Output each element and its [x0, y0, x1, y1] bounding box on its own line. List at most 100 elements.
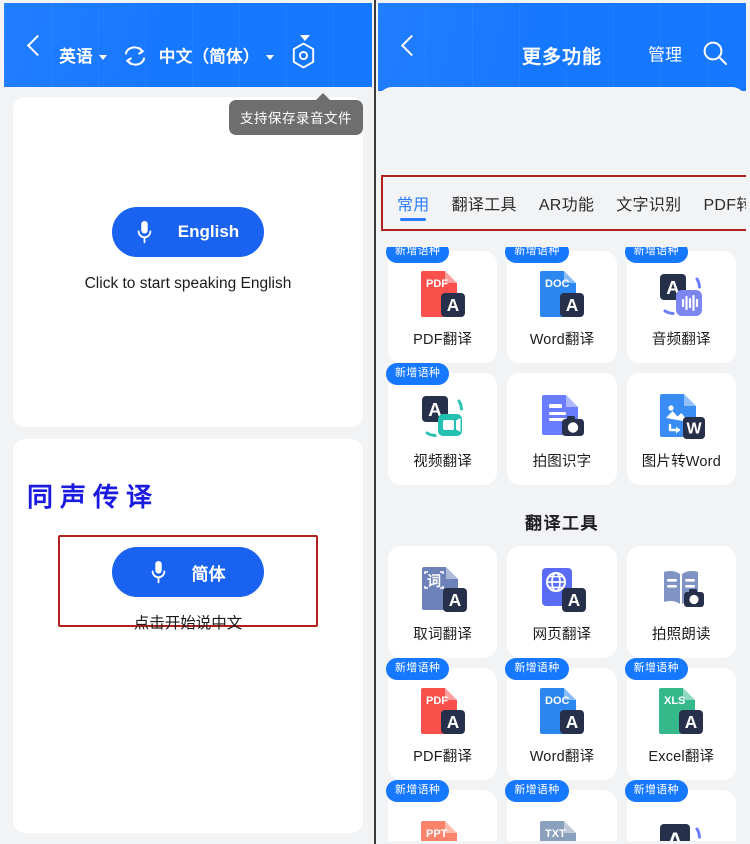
- photo-read-aloud-icon: [655, 564, 707, 616]
- video-translate-icon: A: [417, 391, 469, 443]
- right-body: 常用翻译工具AR功能文字识别PDF转换PD 新增语种 PDF APDF翻译新增语…: [378, 87, 746, 841]
- tab-1[interactable]: 翻译工具: [441, 187, 528, 215]
- function-tile[interactable]: 新增语种 DOC A Word翻译: [505, 658, 617, 780]
- search-icon[interactable]: [701, 39, 729, 67]
- new-language-badge: 新增语种: [386, 247, 450, 263]
- function-tile[interactable]: 新增语种 A 视频翻译: [386, 363, 498, 485]
- function-tile-label: 拍图识字: [532, 454, 592, 470]
- svg-text:TXT: TXT: [545, 828, 566, 840]
- content-sheet: 支持保存录音文件 English Click to start speaking…: [4, 87, 372, 841]
- web-translate-icon: A: [536, 564, 588, 616]
- english-hint-text: Click to start speaking English: [84, 275, 292, 292]
- function-tile[interactable]: 新增语种 PPT A: [386, 780, 498, 841]
- function-tile[interactable]: 新增语种 PDF A PDF翻译: [386, 247, 498, 363]
- svg-text:A: A: [668, 826, 684, 841]
- microphone-icon: [151, 560, 166, 585]
- function-tile[interactable]: 新增语种 DOC A Word翻译: [505, 247, 617, 363]
- svg-text:A: A: [448, 590, 461, 610]
- function-tile-label: 图片转Word: [641, 454, 721, 470]
- xls-translate-icon: XLS A: [655, 686, 707, 738]
- function-tile[interactable]: 新增语种 XLS A Excel翻译: [624, 658, 736, 780]
- category-tabs-wrap: 常用翻译工具AR功能文字识别PDF转换PD: [378, 175, 746, 235]
- chevron-down-icon-target[interactable]: [265, 54, 274, 60]
- function-tile[interactable]: 拍图识字: [507, 373, 617, 485]
- svg-text:PPT: PPT: [426, 828, 448, 840]
- function-tile-label: 视频翻译: [413, 454, 473, 470]
- pdf-translate-icon: PDF A: [417, 686, 469, 738]
- tab-label: AR功能: [538, 197, 595, 214]
- function-tile-label: 音频翻译: [651, 332, 711, 348]
- function-tile[interactable]: 新增语种 PDF A PDF翻译: [386, 658, 498, 780]
- function-tile-label: 取词翻译: [413, 627, 473, 643]
- source-language-label[interactable]: 英语: [59, 43, 93, 67]
- chinese-hint-text: 点击开始说中文: [133, 615, 243, 632]
- chevron-down-icon-floating[interactable]: [300, 35, 310, 41]
- tab-label: 文字识别: [616, 197, 682, 214]
- left-body: 支持保存录音文件 English Click to start speaking…: [4, 87, 372, 841]
- new-language-badge: 新增语种: [505, 247, 569, 263]
- function-tile[interactable]: 新增语种 TXT A: [505, 780, 617, 841]
- tab-label: PDF转换: [703, 197, 746, 214]
- function-tile-label: Word翻译: [529, 332, 595, 348]
- manage-button[interactable]: 管理: [648, 41, 682, 66]
- new-language-badge: 新增语种: [624, 658, 688, 680]
- dual-screenshot: 英语 中文（简体） 支持保存录音文件 English Click to star…: [0, 0, 750, 844]
- new-language-badge: 新增语种: [505, 780, 569, 802]
- svg-text:A: A: [446, 712, 459, 732]
- category-tabs[interactable]: 常用翻译工具AR功能文字识别PDF转换PD: [378, 187, 746, 235]
- function-tile[interactable]: A W W 图片转Word: [626, 373, 736, 485]
- svg-text:A: A: [568, 590, 581, 610]
- chevron-down-icon-source[interactable]: [98, 54, 107, 60]
- left-header: 英语 中文（简体）: [4, 3, 372, 91]
- function-tile[interactable]: 新增语种 A: [624, 780, 736, 841]
- svg-text:PDF: PDF: [426, 695, 448, 707]
- photo-ocr-icon: [536, 391, 588, 443]
- function-tile-label: 网页翻译: [532, 627, 592, 643]
- hexagon-settings-icon[interactable]: [290, 42, 317, 69]
- function-grid-scroll[interactable]: 新增语种 PDF A PDF翻译 新增语种 DOC A Word翻译 新增语种 A 音频…: [378, 247, 746, 841]
- svg-text:PDF: PDF: [426, 278, 448, 290]
- chinese-mic-button[interactable]: 简体: [112, 547, 264, 597]
- simultaneous-interpretation-card: 同声传译 简体 点击开始说中文: [13, 439, 363, 833]
- language-selector-bar: 英语 中文（简体）: [4, 3, 372, 91]
- svg-text:词: 词: [427, 573, 441, 589]
- new-language-badge: 新增语种: [386, 363, 450, 385]
- function-tile[interactable]: 新增语种 A 音频翻译: [624, 247, 736, 363]
- english-mic-button-label: English: [177, 222, 240, 241]
- tab-4[interactable]: PDF转换: [692, 187, 746, 215]
- function-grid: 新增语种 PDF A PDF翻译 新增语种 DOC A Word翻译 新增语种 A 音频…: [378, 247, 746, 841]
- tab-label: 常用: [397, 197, 430, 214]
- function-tile-label: 拍照朗读: [651, 627, 711, 643]
- new-language-badge: 新增语种: [386, 658, 450, 680]
- tab-2[interactable]: AR功能: [528, 187, 605, 215]
- svg-text:DOC: DOC: [545, 278, 570, 290]
- doc-translate-icon: DOC A: [536, 269, 588, 321]
- target-language-label[interactable]: 中文（简体）: [159, 43, 260, 67]
- image-to-word-icon: A W W: [655, 391, 707, 443]
- function-tile-label: PDF翻译: [413, 749, 473, 765]
- microphone-icon: [137, 220, 152, 245]
- svg-text:W: W: [687, 421, 703, 438]
- function-tile-label: Excel翻译: [648, 749, 715, 765]
- a-translate-icon: A: [655, 819, 707, 841]
- word-pick-translate-icon: 词 A: [417, 564, 469, 616]
- svg-text:A: A: [685, 712, 698, 732]
- svg-text:DOC: DOC: [545, 695, 570, 707]
- card-title: 同声传译: [27, 482, 160, 512]
- function-tile-label: Word翻译: [529, 749, 595, 765]
- function-tile[interactable]: A 网页翻译: [507, 546, 617, 658]
- new-language-badge: 新增语种: [624, 780, 688, 802]
- right-header: 更多功能 管理: [378, 3, 746, 91]
- txt-translate-icon: TXT A: [536, 819, 588, 841]
- function-tile[interactable]: 词 A 取词翻译: [388, 546, 498, 658]
- svg-text:A: A: [566, 295, 579, 315]
- chinese-mic-button-label: 简体: [191, 564, 226, 584]
- tab-0[interactable]: 常用: [386, 187, 441, 215]
- swap-languages-icon[interactable]: [122, 45, 148, 67]
- english-speak-card: English Click to start speaking English: [13, 97, 363, 427]
- doc-translate-icon: DOC A: [536, 686, 588, 738]
- function-tile[interactable]: 拍照朗读: [626, 546, 736, 658]
- tab-3[interactable]: 文字识别: [605, 187, 692, 215]
- svg-text:XLS: XLS: [664, 695, 685, 707]
- english-mic-button[interactable]: English: [112, 207, 264, 257]
